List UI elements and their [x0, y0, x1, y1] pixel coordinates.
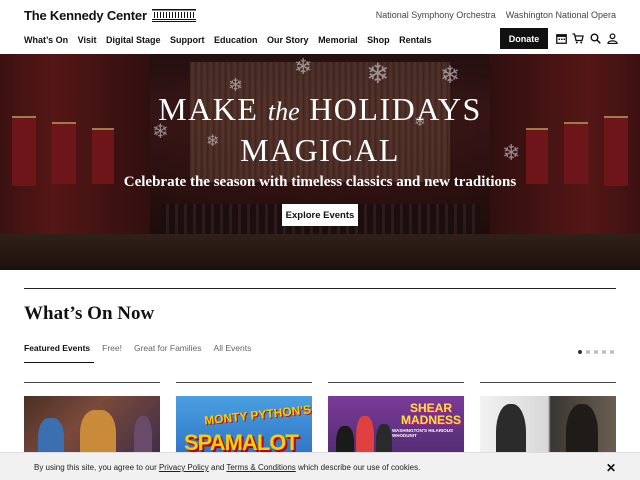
tab-great-for-families[interactable]: Great for Families: [134, 343, 202, 353]
event-filter-tabs: Featured Events Free! Great for Families…: [24, 343, 251, 353]
user-icon[interactable]: [606, 32, 618, 44]
card-rule: [328, 382, 464, 383]
top-bar: The Kennedy Center National Symphony Orc…: [0, 0, 640, 28]
cookie-text: By using this site, you agree to our Pri…: [34, 463, 421, 472]
privacy-policy-link[interactable]: Privacy Policy: [159, 463, 209, 472]
carousel-dot[interactable]: [610, 350, 614, 354]
carousel-dot[interactable]: [602, 350, 606, 354]
nav-item-support[interactable]: Support: [170, 35, 205, 45]
site-logo[interactable]: The Kennedy Center: [24, 8, 147, 23]
carousel-dot[interactable]: [594, 350, 598, 354]
nav-item-memorial[interactable]: Memorial: [318, 35, 358, 45]
poster-main-text: SHEAR MADNESS: [400, 401, 461, 427]
card-rule: [24, 382, 160, 383]
carousel-dot[interactable]: [586, 350, 590, 354]
utility-link-nso[interactable]: National Symphony Orchestra: [376, 10, 496, 20]
explore-events-button[interactable]: Explore Events: [282, 204, 358, 226]
carousel-dots: [578, 350, 614, 354]
carousel-dot[interactable]: [578, 350, 582, 354]
card-rule: [480, 382, 616, 383]
snowflake-icon: ❄: [294, 54, 313, 79]
nav-icon-group: [555, 32, 618, 44]
nav-item-shop[interactable]: Shop: [367, 35, 390, 45]
utility-link-wno[interactable]: Washington National Opera: [506, 10, 616, 20]
tab-free[interactable]: Free!: [102, 343, 122, 353]
close-icon[interactable]: ✕: [606, 461, 616, 475]
nav-item-education[interactable]: Education: [214, 35, 258, 45]
nav-item-whats-on[interactable]: What’s On: [24, 35, 68, 45]
nav-item-rentals[interactable]: Rentals: [399, 35, 432, 45]
poster-top-text: MONTY PYTHON'S: [203, 402, 312, 428]
kennedy-center-logo-mark-icon[interactable]: [152, 9, 196, 22]
nav-item-visit[interactable]: Visit: [78, 35, 97, 45]
hero-banner: ❄ ❄ ❄ ❄ ❄ ❄ ❄ ❄ MAKE the HOLIDAYS MAGICA…: [0, 54, 640, 270]
active-tab-indicator: [24, 362, 94, 363]
snowflake-icon: ❄: [366, 58, 390, 89]
search-icon[interactable]: [589, 32, 601, 44]
cart-icon[interactable]: [572, 32, 584, 44]
terms-link[interactable]: Terms & Conditions: [226, 463, 295, 472]
tab-featured-events[interactable]: Featured Events: [24, 343, 90, 353]
calendar-icon[interactable]: [555, 32, 567, 44]
donate-button[interactable]: Donate: [500, 28, 548, 49]
section-title: What’s On Now: [24, 303, 155, 324]
tab-all-events[interactable]: All Events: [214, 343, 252, 353]
nav-item-our-story[interactable]: Our Story: [267, 35, 309, 45]
utility-links: National Symphony Orchestra Washington N…: [376, 10, 616, 20]
poster-sub-text: WASHINGTON'S HILARIOUS WHODUNIT: [392, 428, 453, 438]
section-divider: [24, 288, 616, 289]
snowflake-icon: ❄: [440, 62, 461, 89]
card-rule: [176, 382, 312, 383]
cookie-banner: By using this site, you agree to our Pri…: [0, 452, 640, 480]
hero-subtitle: Celebrate the season with timeless class…: [123, 174, 517, 190]
nav-item-digital-stage[interactable]: Digital Stage: [106, 35, 161, 45]
hero-title: MAKE the HOLIDAYS MAGICAL: [158, 91, 482, 168]
